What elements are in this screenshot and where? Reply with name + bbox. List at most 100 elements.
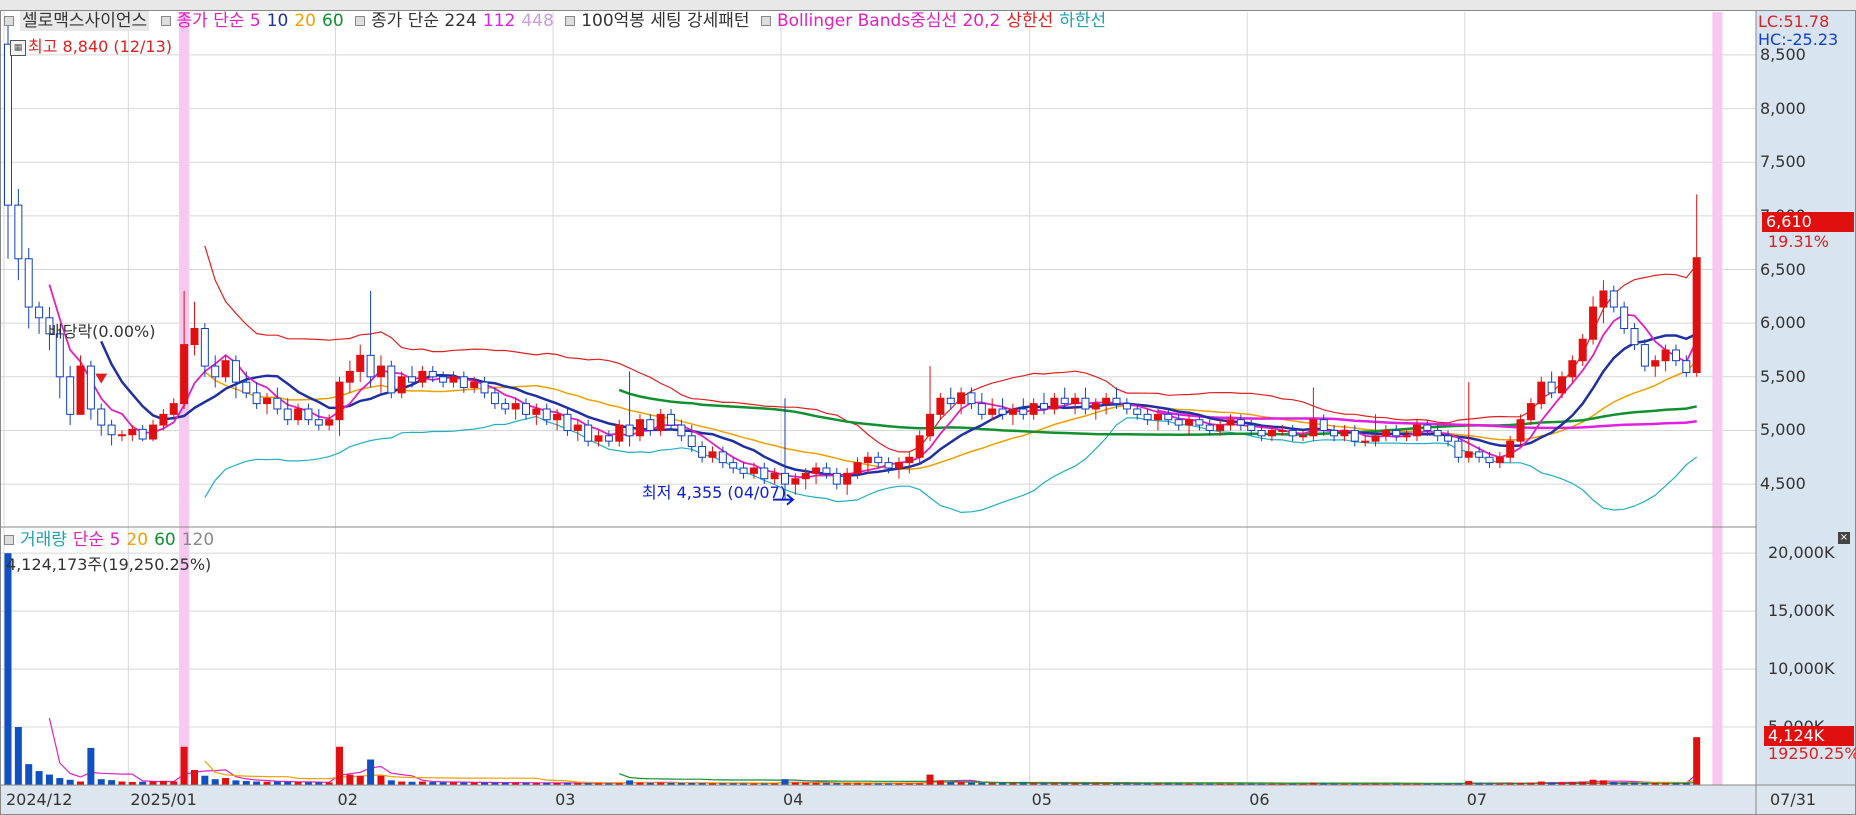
candle-body [428, 370, 437, 378]
legend-toggle-icon[interactable] [355, 16, 366, 26]
legend-toggle-icon[interactable] [4, 535, 14, 545]
volume-bar [77, 781, 85, 785]
candle-body [1174, 419, 1183, 426]
candle-body [1226, 419, 1235, 426]
candle-body [86, 365, 95, 410]
dividend-annotation: 배당락(0.00%) [48, 322, 156, 341]
candle-body [231, 360, 240, 383]
volume-bar [108, 780, 116, 785]
candle-body [801, 472, 810, 480]
date-axis-background [0, 785, 1856, 815]
candle-body [1278, 429, 1287, 432]
candle-body [490, 392, 499, 405]
volume-bar [356, 775, 364, 785]
candle-body [1640, 344, 1649, 367]
candle-body [66, 376, 75, 415]
candle-body [1464, 451, 1473, 458]
candle-body [708, 451, 717, 458]
volume-bar [1599, 780, 1607, 785]
candle-body [625, 424, 634, 437]
volume-bar [367, 759, 375, 785]
legend-toggle-icon[interactable] [565, 16, 576, 26]
legend-vol-ma-120: 120 [181, 530, 215, 550]
candle-body [915, 435, 924, 458]
volume-bar [159, 780, 167, 785]
candle-body [677, 424, 686, 437]
candle-body [273, 397, 282, 410]
candle-body [1060, 397, 1069, 405]
legend-toggle-icon[interactable] [4, 16, 14, 26]
candle-body [884, 462, 893, 469]
date-tick-label: 03 [555, 790, 576, 809]
highlight-band [1712, 12, 1723, 785]
indicator-lines-layer [48, 245, 1698, 785]
volume-bar [936, 780, 944, 785]
candle-body [1216, 424, 1225, 431]
volume-bar [45, 774, 53, 785]
high-annotation: ▦ 최고 8,840 (12/13) [10, 33, 172, 57]
candle-body [667, 413, 676, 426]
candle-body [843, 472, 852, 485]
candle-body [926, 413, 935, 437]
candle-body [1516, 419, 1525, 442]
candle-body [1485, 456, 1494, 464]
legend-ma-20: 20 [294, 11, 316, 31]
candle-body [1040, 403, 1048, 410]
candle-body [159, 413, 168, 426]
volume-bar [190, 769, 198, 785]
volume-bar [336, 746, 344, 785]
candle-body [1050, 397, 1059, 410]
volume-bar [346, 774, 354, 785]
candle-body [169, 403, 178, 415]
candle-body [957, 392, 966, 405]
candle-body [1205, 424, 1214, 431]
candle-body [635, 419, 644, 437]
candle-body [1475, 451, 1484, 458]
candle-body [180, 344, 189, 405]
volume-bar [387, 780, 395, 785]
frame-layer [0, 10, 1856, 815]
candle-body [1195, 419, 1204, 426]
candle-body [200, 328, 209, 367]
candle-body [687, 435, 696, 448]
chart-frame [0, 10, 1856, 815]
volume-ma5-line [48, 717, 1698, 785]
volume-bar [118, 781, 126, 785]
price-tick-label: 6,000 [1760, 313, 1806, 333]
panel-close-icon[interactable]: × [1838, 532, 1850, 544]
legend-toggle-icon[interactable] [760, 16, 771, 26]
candle-body [97, 408, 106, 426]
candle-body [1547, 381, 1556, 394]
legend-ma-60: 60 [322, 11, 344, 31]
legend-bollinger-mid: Bollinger Bands중심선 20,2 [776, 11, 1001, 31]
candle-body [387, 365, 396, 394]
candle-body [1392, 429, 1401, 437]
candle-body [376, 365, 385, 378]
legend-ma-10: 10 [266, 11, 289, 31]
candle-body [863, 456, 872, 464]
candle-body [1309, 419, 1318, 437]
candle-body [1433, 429, 1442, 437]
candle-body [480, 381, 489, 394]
legend-bollinger-lower: 하한선 [1059, 11, 1107, 31]
candle-body [1537, 381, 1546, 405]
candle-body [749, 467, 758, 474]
candle-body [1578, 338, 1587, 362]
candle-body [615, 424, 624, 442]
volume-bar [180, 746, 188, 785]
candle-body [1340, 429, 1349, 437]
candle-body [967, 392, 976, 405]
volume-bar [97, 779, 105, 785]
price-tick-label: 7,500 [1760, 152, 1806, 172]
candle-body [1143, 413, 1152, 421]
last-volume-pct: 19250.25% [1768, 744, 1856, 763]
candle-body [190, 328, 199, 346]
legend-ma-448: 448 [521, 11, 554, 31]
calendar-icon[interactable]: ▦ [10, 39, 26, 56]
candle-body [283, 408, 292, 421]
legend-toggle-icon[interactable] [160, 16, 171, 26]
volume-bar [1537, 781, 1545, 785]
date-tick-label: 06 [1249, 790, 1270, 809]
candle-body [149, 424, 158, 440]
candle-body [1599, 290, 1608, 308]
